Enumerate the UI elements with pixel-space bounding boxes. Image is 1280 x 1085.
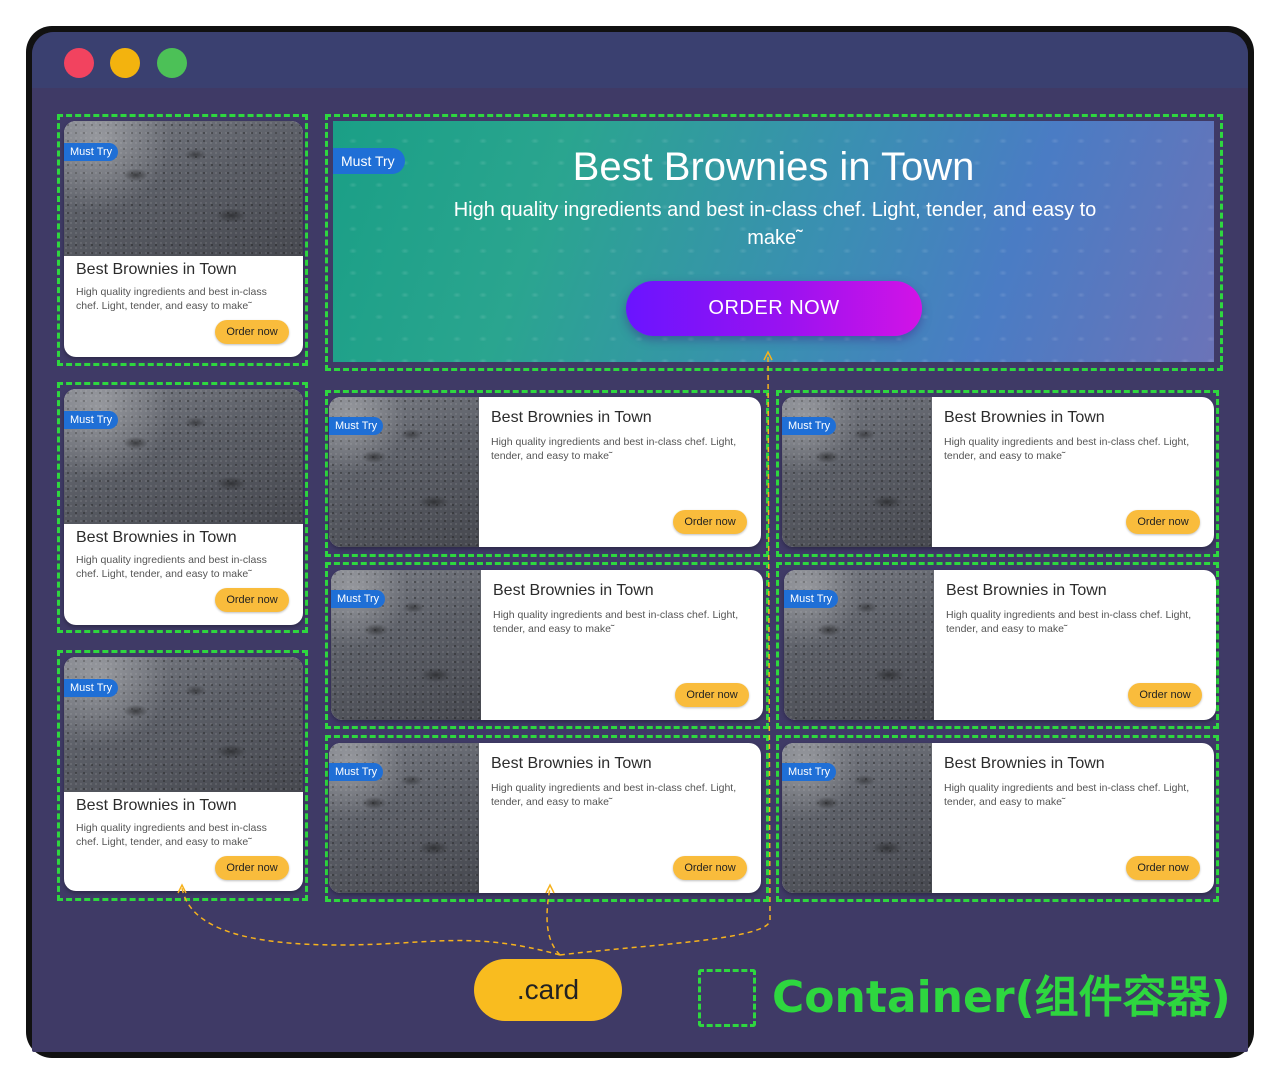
container-legend-label: Container(组件容器) <box>772 972 1231 1023</box>
connector-arrows <box>177 350 773 956</box>
container-legend-swatch <box>698 969 756 1027</box>
card-class-label: .card <box>474 959 622 1021</box>
arrow-to-horizontal-card <box>546 887 561 956</box>
arrow-to-vertical-card <box>181 887 561 956</box>
arrow-to-hero <box>559 354 771 956</box>
